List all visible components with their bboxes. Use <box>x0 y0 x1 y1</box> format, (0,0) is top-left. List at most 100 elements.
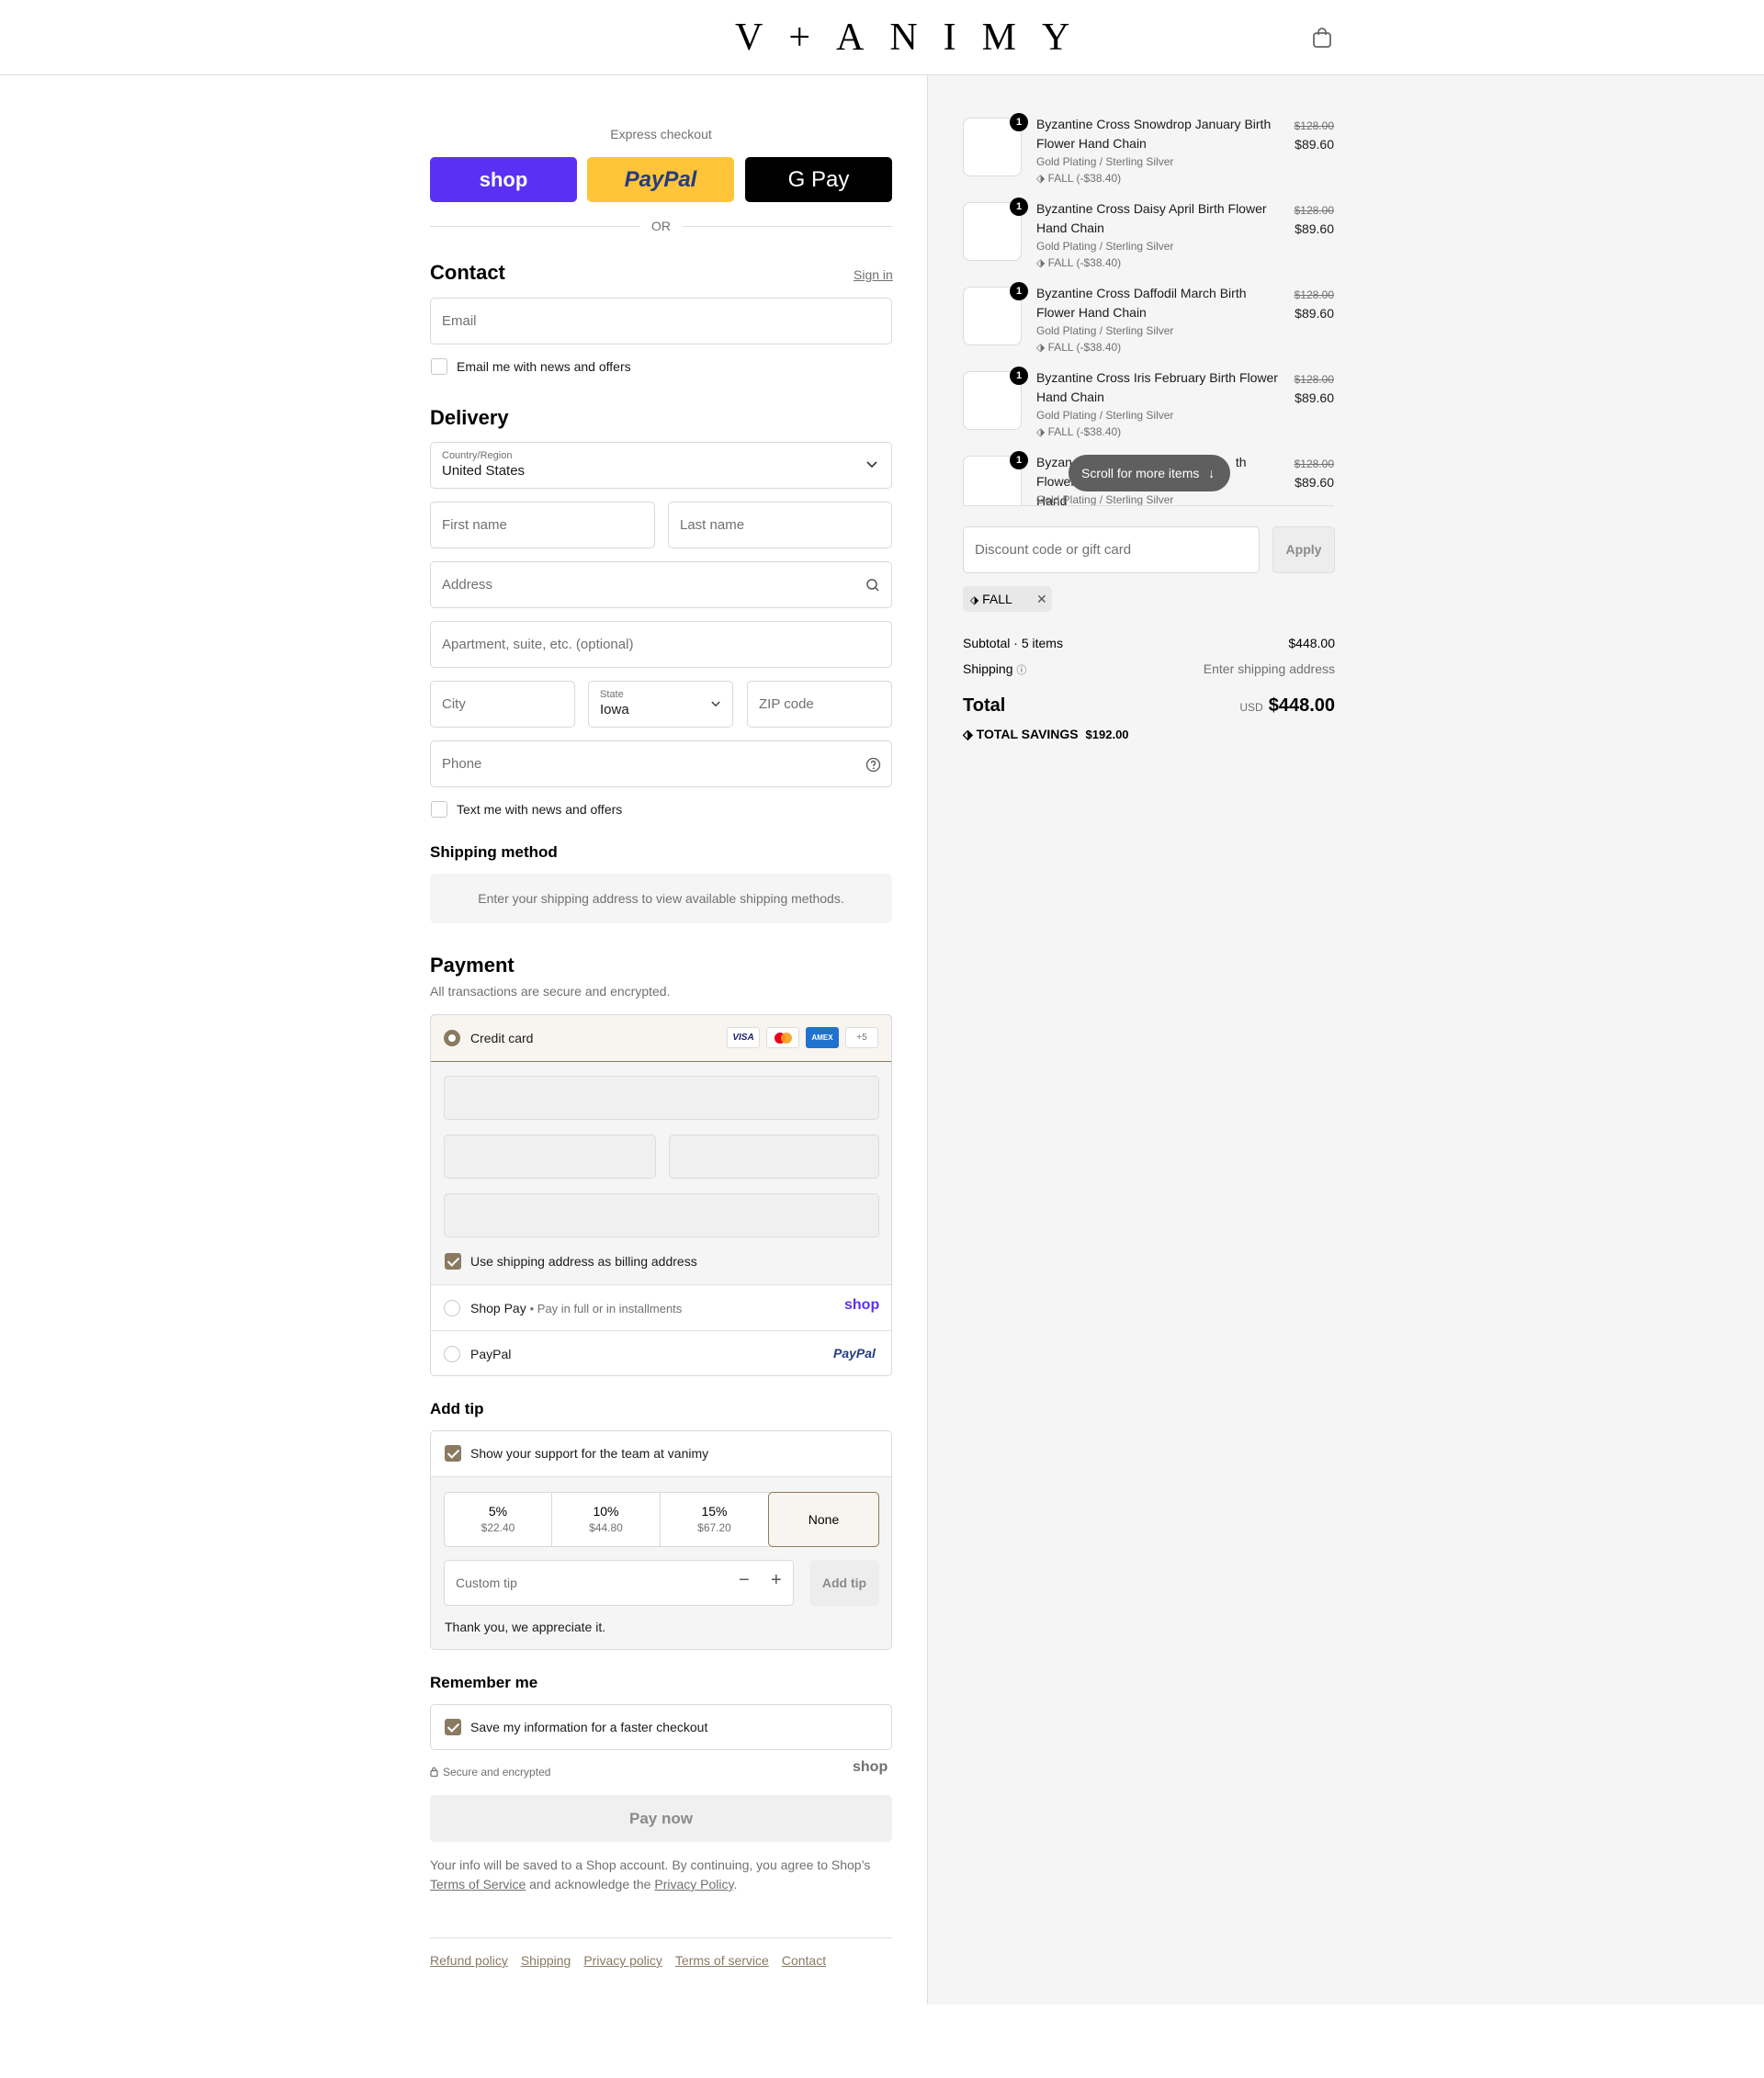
minus-icon[interactable]: − <box>739 1570 750 1591</box>
privacy-policy-link[interactable]: Privacy policy <box>583 1953 662 1968</box>
total-value: USD $448.00 <box>1239 695 1335 716</box>
shopping-bag-icon[interactable] <box>1312 27 1332 49</box>
tip-heading: Add tip <box>430 1400 484 1417</box>
product-discount: ⬗ FALL (-$38.40) <box>1036 256 1122 269</box>
country-value: United States <box>442 463 526 479</box>
tag-icon: ⬗ <box>970 593 979 606</box>
tag-icon: ⬗ <box>963 727 973 741</box>
refund-policy-link[interactable]: Refund policy <box>430 1953 508 1968</box>
zip-placeholder: ZIP code <box>759 696 814 712</box>
subtotal-label: Subtotal · 5 items <box>963 636 1063 650</box>
tip-option-10[interactable]: 10% $44.80 <box>552 1493 661 1546</box>
sale-price: $89.60 <box>1295 306 1334 321</box>
credit-card-option[interactable]: Credit card VISA AMEX +5 <box>431 1015 891 1062</box>
chevron-down-icon <box>866 461 877 469</box>
tip-support-row: Show your support for the team at vanimy <box>431 1431 891 1477</box>
country-select[interactable]: Country/Region United States <box>430 442 892 489</box>
billing-same-checkbox[interactable] <box>445 1253 461 1270</box>
last-name-field[interactable]: Last name <box>668 502 892 548</box>
paypal-radio[interactable] <box>444 1346 460 1362</box>
first-name-field[interactable]: First name <box>430 502 655 548</box>
payment-methods: Credit card VISA AMEX +5 Use shipping ad… <box>430 1014 892 1376</box>
sign-in-link[interactable]: Sign in <box>854 267 893 282</box>
card-expiry-field[interactable] <box>444 1135 656 1179</box>
state-select[interactable]: State Iowa <box>588 681 733 728</box>
city-placeholder: City <box>442 696 466 712</box>
product-discount: ⬗ FALL (-$38.40) <box>1036 425 1122 438</box>
pay-now-button[interactable]: Pay now <box>430 1795 892 1842</box>
total-savings: ⬗ TOTAL SAVINGS $192.00 <box>963 727 1129 741</box>
text-news-checkbox[interactable] <box>431 801 447 818</box>
contact-link[interactable]: Contact <box>782 1953 826 1968</box>
tip-support-checkbox[interactable] <box>445 1445 461 1462</box>
card-number-field[interactable] <box>444 1076 879 1120</box>
city-field[interactable]: City <box>430 681 575 728</box>
discount-code-field[interactable]: Discount code or gift card <box>963 526 1260 573</box>
cart-items-list[interactable]: 1 Byzantine Cross Snowdrop January Birth… <box>963 111 1334 506</box>
google-pay-button[interactable]: G Pay <box>745 157 892 202</box>
apply-button[interactable]: Apply <box>1272 526 1335 573</box>
tip-option-none[interactable]: None <box>768 1492 879 1547</box>
search-icon <box>866 579 879 592</box>
shipping-label: Shipping ⓘ <box>963 661 1027 676</box>
help-circle-icon[interactable]: ⓘ <box>1016 665 1026 676</box>
tag-icon: ⬗ <box>1036 256 1046 269</box>
last-name-placeholder: Last name <box>680 517 745 533</box>
custom-tip-field[interactable]: Custom tip − + <box>444 1560 794 1606</box>
apartment-placeholder: Apartment, suite, etc. (optional) <box>442 637 634 652</box>
credit-card-radio[interactable] <box>444 1030 460 1046</box>
remember-box: Save my information for a faster checkou… <box>430 1704 892 1750</box>
email-news-checkbox[interactable] <box>431 358 447 375</box>
shop-pay-option[interactable]: Shop Pay • Pay in full or in installment… <box>431 1285 891 1331</box>
tip-option-15[interactable]: 15% $67.20 <box>661 1493 768 1546</box>
tip-thanks: Thank you, we appreciate it. <box>445 1620 606 1634</box>
zip-field[interactable]: ZIP code <box>747 681 892 728</box>
shop-pay-radio[interactable] <box>444 1300 460 1316</box>
help-circle-icon[interactable] <box>865 757 881 773</box>
remove-discount-icon[interactable]: ✕ <box>1036 586 1047 612</box>
tip-section: Show your support for the team at vanimy… <box>430 1430 892 1650</box>
contact-heading: Contact <box>430 261 505 284</box>
plus-icon[interactable]: + <box>771 1570 782 1591</box>
paypal-button[interactable]: PayPal <box>587 157 734 202</box>
paypal-option[interactable]: PayPal PayPal <box>431 1331 891 1375</box>
email-news-label: Email me with news and offers <box>457 359 631 374</box>
phone-field[interactable]: Phone <box>430 740 892 787</box>
first-name-placeholder: First name <box>442 517 507 533</box>
save-info-checkbox[interactable] <box>445 1719 461 1735</box>
tip-option-5[interactable]: 5% $22.40 <box>445 1493 552 1546</box>
product-variant: Gold Plating / Sterling Silver <box>1036 409 1174 422</box>
discount-placeholder: Discount code or gift card <box>975 542 1132 558</box>
subtotal-value: $448.00 <box>1288 636 1335 650</box>
divider <box>430 226 639 227</box>
scroll-hint[interactable]: Scroll for more items ↓ <box>1069 455 1230 491</box>
add-tip-button[interactable]: Add tip <box>809 1560 879 1606</box>
product-name: Byzantine Cross Snowdrop January Birth F… <box>1036 117 1272 151</box>
terms-link[interactable]: Terms of Service <box>430 1877 526 1892</box>
shipping-value: Enter shipping address <box>1203 661 1335 676</box>
privacy-link[interactable]: Privacy Policy <box>654 1877 733 1892</box>
store-logo[interactable]: V+ANIMY <box>735 13 1069 62</box>
card-name-field[interactable] <box>444 1193 879 1237</box>
shop-pay-button[interactable]: shop <box>430 157 577 202</box>
sale-price: $89.60 <box>1295 137 1334 152</box>
legal-text: Your info will be saved to a Shop accoun… <box>430 1858 871 1892</box>
shipping-link[interactable]: Shipping <box>521 1953 571 1968</box>
discount-tag: ⬗ FALL ✕ <box>963 586 1052 612</box>
address-field[interactable]: Address <box>430 561 892 608</box>
billing-same-label: Use shipping address as billing address <box>470 1254 697 1269</box>
state-label: State <box>600 689 624 700</box>
email-field[interactable]: Email <box>430 298 892 344</box>
apartment-field[interactable]: Apartment, suite, etc. (optional) <box>430 621 892 668</box>
shop-logo: shop <box>479 167 528 191</box>
visa-icon: VISA <box>727 1027 760 1048</box>
payment-subtitle: All transactions are secure and encrypte… <box>430 984 671 999</box>
tag-icon: ⬗ <box>1036 172 1046 185</box>
product-name: Byzantine Cross Iris February Birth Flow… <box>1036 370 1278 404</box>
product-variant: Gold Plating / Sterling Silver <box>1036 324 1174 337</box>
card-cvc-field[interactable] <box>669 1135 879 1179</box>
tag-icon: ⬗ <box>1036 341 1046 354</box>
product-discount: ⬗ FALL (-$38.40) <box>1036 341 1122 354</box>
terms-of-service-link[interactable]: Terms of service <box>675 1953 769 1968</box>
credit-card-label: Credit card <box>470 1031 534 1045</box>
